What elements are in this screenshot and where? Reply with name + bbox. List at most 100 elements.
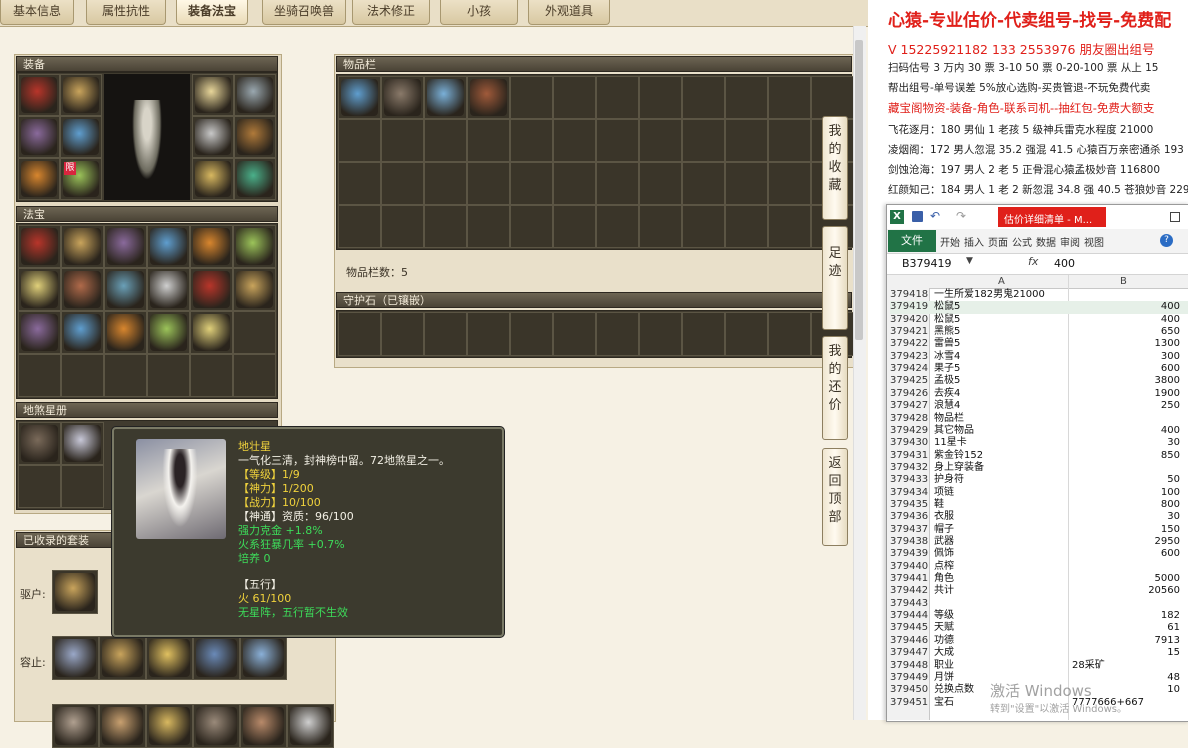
guard-stone-slot[interactable]: [639, 312, 682, 356]
inventory-slot[interactable]: [381, 119, 424, 162]
cell-value[interactable]: 182: [1161, 610, 1180, 622]
cell-item-name[interactable]: 衣服: [934, 511, 954, 523]
inventory-slot[interactable]: [467, 205, 510, 248]
row-number[interactable]: 379433: [890, 474, 930, 486]
inventory-slot[interactable]: [510, 162, 553, 205]
guard-stone-slot[interactable]: [510, 312, 553, 356]
cell-item-name[interactable]: 身上穿装备: [934, 462, 984, 474]
row-number[interactable]: 379449: [890, 672, 930, 684]
inventory-slot[interactable]: [639, 205, 682, 248]
row-number[interactable]: 379438: [890, 536, 930, 548]
inventory-slot[interactable]: [510, 76, 553, 119]
cell-value[interactable]: 250: [1161, 400, 1180, 412]
inventory-slot[interactable]: [682, 205, 725, 248]
ribbon-tab[interactable]: 插入: [964, 234, 984, 249]
row-number[interactable]: 379444: [890, 610, 930, 622]
inventory-slot[interactable]: [682, 119, 725, 162]
table-row[interactable]: 379431 紫金铃152 850: [890, 450, 1188, 462]
cell-value[interactable]: 2950: [1155, 536, 1180, 548]
cell-item-name[interactable]: 宝石: [934, 697, 954, 709]
excel-maximize-icon[interactable]: [1170, 212, 1180, 222]
back-to-top-button[interactable]: 返回顶部: [822, 448, 848, 546]
cell-value[interactable]: 400: [1161, 314, 1180, 326]
cell-value[interactable]: 3800: [1155, 375, 1180, 387]
table-row[interactable]: 379433 护身符 50: [890, 474, 1188, 486]
cell-item-name[interactable]: 帽子: [934, 524, 954, 536]
row-number[interactable]: 379423: [890, 351, 930, 363]
inventory-slot[interactable]: [338, 119, 381, 162]
inventory-slot[interactable]: [682, 162, 725, 205]
inventory-slot[interactable]: [424, 162, 467, 205]
inventory-slot[interactable]: [768, 205, 811, 248]
row-number[interactable]: 379431: [890, 450, 930, 462]
guard-stone-slot[interactable]: [381, 312, 424, 356]
row-number[interactable]: 379424: [890, 363, 930, 375]
row-number[interactable]: 379434: [890, 487, 930, 499]
page-scrollbar-thumb[interactable]: [855, 40, 863, 340]
column-header-a[interactable]: A: [998, 276, 1005, 287]
cell-item-name[interactable]: 雷兽5: [934, 338, 960, 350]
treasure-slot[interactable]: [104, 354, 147, 397]
ribbon-tab[interactable]: 审阅: [1060, 234, 1080, 249]
row-number[interactable]: 379447: [890, 647, 930, 659]
cell-item-name[interactable]: 黑熊5: [934, 326, 960, 338]
row-number[interactable]: 379440: [890, 561, 930, 573]
row-number[interactable]: 379429: [890, 425, 930, 437]
cell-item-name[interactable]: 物品栏: [934, 413, 964, 425]
help-icon[interactable]: ?: [1160, 234, 1173, 247]
table-row[interactable]: 379447 大成 15: [890, 647, 1188, 659]
cell-value[interactable]: 30: [1167, 511, 1180, 523]
row-number[interactable]: 379437: [890, 524, 930, 536]
ribbon-tab[interactable]: 开始: [940, 234, 960, 249]
cell-value[interactable]: 28采矿: [1072, 660, 1105, 672]
row-number[interactable]: 379442: [890, 585, 930, 597]
redo-icon[interactable]: ↷: [956, 209, 966, 223]
table-row[interactable]: 379440 点榨: [890, 561, 1188, 573]
cell-value[interactable]: 1300: [1155, 338, 1180, 350]
inventory-slot[interactable]: [596, 205, 639, 248]
cell-item-name[interactable]: 共计: [934, 585, 954, 597]
cell-item-name[interactable]: 功德: [934, 635, 954, 647]
guard-stone-slot[interactable]: [682, 312, 725, 356]
cell-item-name[interactable]: 去疾4: [934, 388, 960, 400]
cell-value[interactable]: 61: [1167, 622, 1180, 634]
cell-value[interactable]: 20560: [1148, 585, 1180, 597]
inventory-slot[interactable]: [424, 119, 467, 162]
inventory-slot[interactable]: [553, 76, 596, 119]
cell-item-name[interactable]: 松鼠5: [934, 301, 960, 313]
table-row[interactable]: 379420 松鼠5 400: [890, 314, 1188, 326]
cell-value[interactable]: 15: [1167, 647, 1180, 659]
cell-item-name[interactable]: 冰雪4: [934, 351, 960, 363]
my-favorites-button[interactable]: 我的收藏: [822, 116, 848, 220]
tab-appearance[interactable]: 外观道具: [528, 0, 610, 25]
cell-value[interactable]: 10: [1167, 684, 1180, 696]
table-row[interactable]: 379437 帽子 150: [890, 524, 1188, 536]
cell-value[interactable]: 7913: [1155, 635, 1180, 647]
inventory-slot[interactable]: [725, 76, 768, 119]
ribbon-tab[interactable]: 视图: [1084, 234, 1104, 249]
inventory-slot[interactable]: [725, 162, 768, 205]
row-number[interactable]: 379425: [890, 375, 930, 387]
table-row[interactable]: 379445 天赋 61: [890, 622, 1188, 634]
cell-value[interactable]: 150: [1161, 524, 1180, 536]
table-row[interactable]: 379425 孟极5 3800: [890, 375, 1188, 387]
cell-item-name[interactable]: 一生所爱182男鬼21000: [934, 289, 1045, 301]
table-row[interactable]: 379421 黑熊5 650: [890, 326, 1188, 338]
inventory-slot[interactable]: [467, 119, 510, 162]
tab-attributes[interactable]: 属性抗性: [86, 0, 166, 25]
inventory-slot[interactable]: [381, 162, 424, 205]
inventory-slot[interactable]: [811, 76, 854, 119]
treasure-slot[interactable]: [233, 311, 276, 354]
table-row[interactable]: 379438 武器 2950: [890, 536, 1188, 548]
table-row[interactable]: 379429 其它物品 400: [890, 425, 1188, 437]
table-row[interactable]: 379448 职业 28采矿: [890, 660, 1188, 672]
inventory-slot[interactable]: [682, 76, 725, 119]
inventory-slot[interactable]: [467, 162, 510, 205]
inventory-slot[interactable]: [596, 119, 639, 162]
table-row[interactable]: 379441 角色 5000: [890, 573, 1188, 585]
function-icon[interactable]: fx: [1028, 255, 1038, 268]
table-row[interactable]: 379442 共计 20560: [890, 585, 1188, 597]
table-row[interactable]: 379423 冰雪4 300: [890, 351, 1188, 363]
tab-mounts[interactable]: 坐骑召唤兽: [262, 0, 346, 25]
cell-item-name[interactable]: 果子5: [934, 363, 960, 375]
